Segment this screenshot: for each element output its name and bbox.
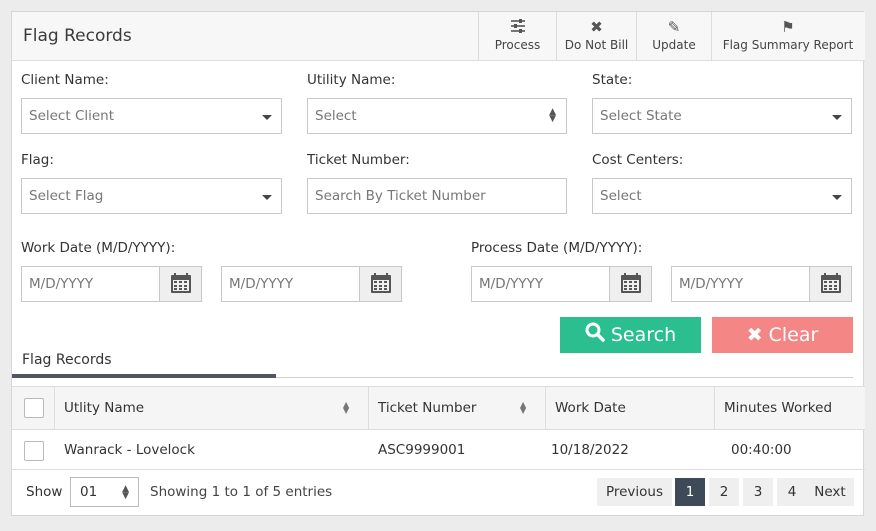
client-select[interactable]: Select Client [21, 98, 282, 134]
pagination-next[interactable]: Next [806, 478, 854, 506]
pagination-page-2[interactable]: 2 [709, 478, 739, 506]
cost-centers-select[interactable]: Select [592, 178, 852, 214]
process-button[interactable]: Process [478, 12, 556, 60]
chevron-down-icon [832, 115, 842, 120]
utility-select-value: Select [315, 108, 357, 124]
pagination-page-1[interactable]: 1 [675, 478, 705, 506]
clear-button-label: Clear [768, 324, 819, 346]
column-header-utility-name-label: Utlity Name [64, 400, 145, 416]
process-date-from-placeholder: M/D/YYYY [479, 276, 544, 292]
update-label: Update [652, 38, 696, 52]
show-label: Show [26, 484, 63, 500]
table-row: Wanrack - Lovelock ASC9999001 10/18/2022… [12, 430, 865, 470]
sort-icon[interactable]: ▲ ▼ [520, 401, 526, 415]
ticket-number-label: Ticket Number: [307, 152, 410, 168]
cell-utility-name: Wanrack - Lovelock [64, 442, 195, 458]
column-header-ticket-number-label: Ticket Number [378, 400, 477, 416]
page-size-value: 01 [80, 484, 98, 500]
chevron-down-icon [832, 195, 842, 200]
toolbar: Flag Records Process ✖ Do Not Bill ✎ Upd… [12, 12, 865, 61]
column-header-ticket-number[interactable]: Ticket Number [368, 387, 545, 429]
utility-select[interactable]: Select ▲ ▼ [307, 98, 567, 134]
work-date-label: Work Date (M/D/YYYY): [21, 240, 176, 256]
update-button[interactable]: ✎ Update [636, 12, 711, 60]
flag-select[interactable]: Select Flag [21, 178, 282, 214]
page-size-select[interactable]: 01 ▲ ▼ [70, 477, 139, 507]
state-select-value: Select State [600, 108, 682, 124]
chevron-down-icon [262, 115, 272, 120]
process-date-to-placeholder: M/D/YYYY [679, 276, 744, 292]
cell-work-date: 10/18/2022 [551, 442, 629, 458]
select-all-checkbox[interactable] [24, 398, 44, 418]
column-header-minutes-worked[interactable]: Minutes Worked [714, 387, 864, 429]
close-icon: ✖ [746, 324, 763, 346]
process-date-from-input[interactable]: M/D/YYYY [471, 266, 652, 302]
cell-minutes-worked: 00:40:00 [731, 442, 792, 458]
close-icon: ✖ [590, 18, 603, 36]
ticket-number-input[interactable]: Search By Ticket Number [307, 178, 567, 214]
search-button[interactable]: Search [560, 317, 701, 353]
do-not-bill-button[interactable]: ✖ Do Not Bill [556, 12, 636, 60]
chevron-down-icon [262, 195, 272, 200]
state-label: State: [592, 72, 633, 88]
process-date-label: Process Date (M/D/YYYY): [471, 240, 643, 256]
ticket-number-placeholder: Search By Ticket Number [315, 188, 486, 204]
process-label: Process [494, 38, 541, 52]
state-select[interactable]: Select State [592, 98, 852, 134]
flag-summary-report-label: Flag Summary Report [722, 38, 854, 52]
work-date-to-placeholder: M/D/YYYY [229, 276, 294, 292]
sliders-icon [479, 18, 556, 36]
work-date-from-input[interactable]: M/D/YYYY [21, 266, 202, 302]
calendar-icon[interactable] [609, 267, 651, 301]
calendar-icon[interactable] [359, 267, 401, 301]
sort-updown-icon: ▲ ▼ [122, 484, 129, 501]
utility-name-label: Utility Name: [307, 72, 396, 88]
table-header: Utlity Name ▲ ▼ Ticket Number ▲ ▼ Work Dat… [12, 386, 865, 430]
flag-select-value: Select Flag [29, 188, 104, 204]
cell-ticket-number: ASC9999001 [378, 442, 466, 458]
column-header-minutes-worked-label: Minutes Worked [724, 400, 833, 416]
sort-updown-icon: ▲ ▼ [549, 107, 556, 124]
client-name-label: Client Name: [21, 72, 109, 88]
search-button-label: Search [610, 324, 677, 346]
column-header-utility-name[interactable]: Utlity Name [54, 387, 368, 429]
work-date-from-placeholder: M/D/YYYY [29, 276, 94, 292]
search-icon [585, 318, 605, 354]
client-select-value: Select Client [29, 108, 115, 124]
tab-flag-records[interactable]: Flag Records [22, 352, 112, 368]
calendar-icon[interactable] [159, 267, 201, 301]
process-date-to-input[interactable]: M/D/YYYY [671, 266, 852, 302]
row-checkbox[interactable] [24, 441, 44, 461]
column-header-work-date[interactable]: Work Date [545, 387, 714, 429]
flag-records-panel: Flag Records Process ✖ Do Not Bill ✎ Upd… [11, 11, 865, 516]
cost-centers-select-value: Select [600, 188, 642, 204]
flag-icon: ⚑ [781, 18, 795, 36]
flag-summary-report-button[interactable]: ⚑ Flag Summary Report [711, 12, 864, 60]
pencil-icon: ✎ [667, 18, 681, 36]
pagination-page-3[interactable]: 3 [743, 478, 773, 506]
sort-icon[interactable]: ▲ ▼ [343, 401, 349, 415]
do-not-bill-label: Do Not Bill [564, 38, 629, 52]
calendar-icon[interactable] [809, 267, 851, 301]
pagination-page-4[interactable]: 4 [777, 478, 807, 506]
flag-label: Flag: [21, 152, 54, 168]
tab-active-indicator [12, 374, 276, 378]
clear-button[interactable]: ✖ Clear [712, 317, 853, 353]
cost-centers-label: Cost Centers: [592, 152, 684, 168]
page-title: Flag Records [23, 26, 132, 46]
entries-info: Showing 1 to 1 of 5 entries [150, 484, 333, 500]
column-header-work-date-label: Work Date [555, 400, 626, 416]
pagination-previous[interactable]: Previous [597, 478, 672, 506]
work-date-to-input[interactable]: M/D/YYYY [221, 266, 402, 302]
